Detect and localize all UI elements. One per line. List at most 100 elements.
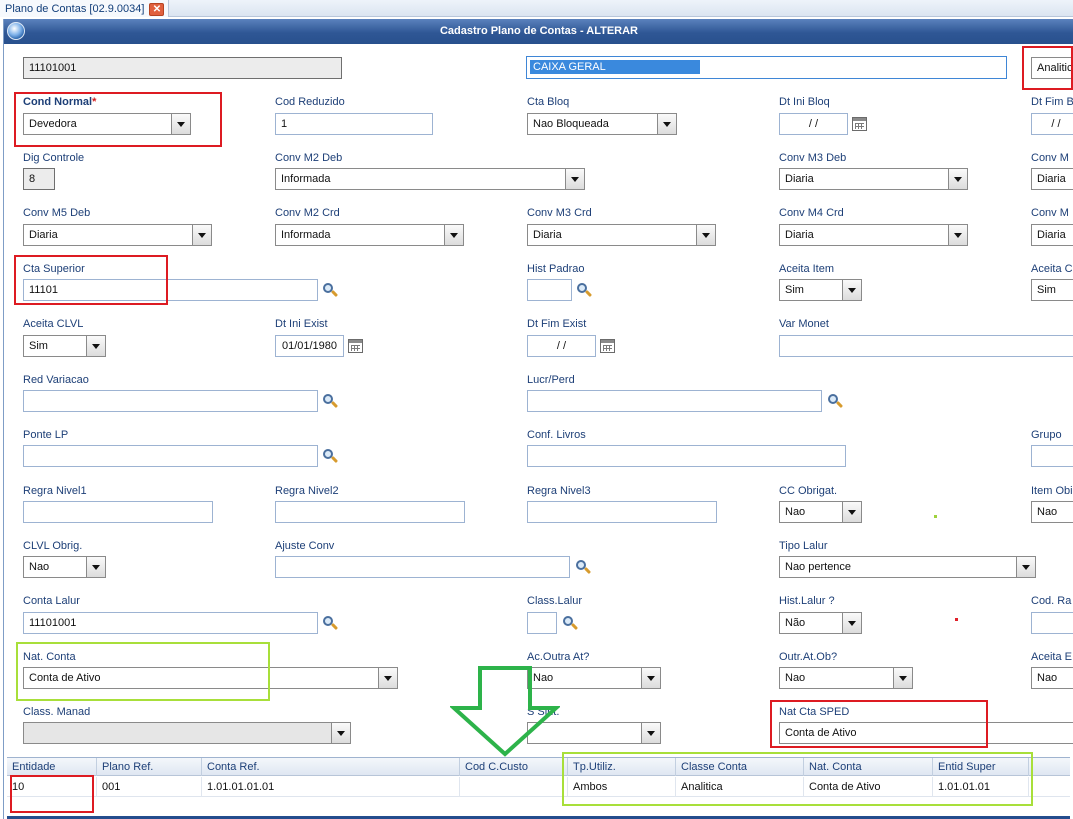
title-bar: Cadastro Plano de Contas - ALTERAR: [4, 19, 1073, 44]
dt-ini-exist-label: Dt Ini Exist: [275, 318, 328, 330]
red-variacao-field[interactable]: [23, 390, 318, 412]
chevron-down-icon[interactable]: [378, 668, 397, 688]
cta-bloq-select[interactable]: Nao Bloqueada: [527, 113, 677, 135]
dt-ini-bloq-field[interactable]: / /: [779, 113, 848, 135]
hist-lalur-value: Não: [785, 617, 806, 629]
conv-m3-crd-select[interactable]: Diaria: [527, 224, 716, 246]
chevron-down-icon[interactable]: [657, 114, 676, 134]
grid-col-plano-ref[interactable]: Plano Ref.: [97, 758, 202, 776]
chevron-down-icon[interactable]: [444, 225, 463, 245]
hist-padrao-field[interactable]: [527, 279, 572, 301]
window-title: Cadastro Plano de Contas - ALTERAR: [439, 25, 639, 37]
ajuste-conv-field[interactable]: [275, 556, 570, 578]
regra-nivel2-field[interactable]: [275, 501, 465, 523]
cc-obrigat-select[interactable]: Nao: [779, 501, 862, 523]
conv-m2-deb-select[interactable]: Informada: [275, 168, 585, 190]
grid-cell-conta-ref[interactable]: 1.01.01.01.01: [202, 777, 460, 797]
chevron-down-icon[interactable]: [842, 280, 861, 300]
cod-ra-field[interactable]: [1031, 612, 1073, 634]
calendar-icon[interactable]: [852, 117, 867, 131]
aceita-e-select[interactable]: Nao: [1031, 667, 1073, 689]
chevron-down-icon[interactable]: [948, 225, 967, 245]
search-icon[interactable]: [575, 559, 592, 575]
chevron-down-icon[interactable]: [893, 668, 912, 688]
cc-obrigat-label: CC Obrigat.: [779, 485, 838, 497]
chevron-down-icon[interactable]: [1016, 557, 1035, 577]
cod-reduzido-field[interactable]: 1: [275, 113, 433, 135]
outr-at-ob-select[interactable]: Nao: [779, 667, 913, 689]
dt-fim-bloq-label: Dt Fim B: [1031, 96, 1073, 108]
dt-fim-bloq-field[interactable]: / /: [1031, 113, 1073, 135]
chevron-down-icon[interactable]: [842, 613, 861, 633]
chevron-down-icon[interactable]: [948, 169, 967, 189]
conta-lalur-field[interactable]: 11101001: [23, 612, 318, 634]
grupo-field[interactable]: [1031, 445, 1073, 467]
chevron-down-icon[interactable]: [696, 225, 715, 245]
search-icon[interactable]: [322, 615, 339, 631]
tipo-lalur-select[interactable]: Nao pertence: [779, 556, 1036, 578]
search-icon[interactable]: [576, 282, 593, 298]
conf-livros-field[interactable]: [527, 445, 846, 467]
conv-m5-crd-select[interactable]: Diaria: [1031, 224, 1073, 246]
grid-cell-plano-ref[interactable]: 001: [97, 777, 202, 797]
var-monet-label: Var Monet: [779, 318, 829, 330]
chevron-down-icon[interactable]: [641, 668, 660, 688]
description-text: CAIXA GERAL: [530, 60, 700, 74]
search-icon[interactable]: [322, 282, 339, 298]
dig-controle-field: 8: [23, 168, 55, 190]
conv-m4-deb-select[interactable]: Diaria: [1031, 168, 1073, 190]
decorative-dot: [955, 618, 958, 621]
aceita-c-select[interactable]: Sim: [1031, 279, 1073, 301]
cod-reduzido-label: Cod Reduzido: [275, 96, 345, 108]
search-icon[interactable]: [322, 393, 339, 409]
regra-nivel3-field[interactable]: [527, 501, 717, 523]
grid-col-conta-ref[interactable]: Conta Ref.: [202, 758, 460, 776]
dt-fim-exist-field[interactable]: / /: [527, 335, 596, 357]
conv-m4-crd-value: Diaria: [785, 229, 814, 241]
aceita-clvl-select[interactable]: Sim: [23, 335, 106, 357]
aceita-item-select[interactable]: Sim: [779, 279, 862, 301]
aceita-e-label: Aceita E: [1031, 651, 1072, 663]
conta-lalur-label: Conta Lalur: [23, 595, 80, 607]
grid-col-cod-c-custo[interactable]: Cod C.Custo: [460, 758, 568, 776]
search-icon[interactable]: [562, 615, 579, 631]
var-monet-field[interactable]: [779, 335, 1073, 357]
regra-nivel3-label: Regra Nivel3: [527, 485, 591, 497]
close-icon[interactable]: ✕: [149, 2, 165, 16]
item-obrig-value: Nao: [1037, 506, 1058, 518]
lucr-perd-field[interactable]: [527, 390, 822, 412]
tipo-lalur-label: Tipo Lalur: [779, 540, 828, 552]
chevron-down-icon[interactable]: [86, 336, 105, 356]
conv-m3-deb-value: Diaria: [785, 173, 814, 185]
dt-ini-exist-field[interactable]: 01/01/1980: [275, 335, 344, 357]
conv-m5-deb-select[interactable]: Diaria: [23, 224, 212, 246]
search-icon[interactable]: [827, 393, 844, 409]
hist-lalur-select[interactable]: Não: [779, 612, 862, 634]
calendar-icon[interactable]: [348, 339, 363, 353]
ponte-lp-field[interactable]: [23, 445, 318, 467]
chevron-down-icon[interactable]: [86, 557, 105, 577]
grid-cell-cod-c-custo[interactable]: [460, 777, 568, 797]
chevron-down-icon[interactable]: [641, 723, 660, 743]
chevron-down-icon[interactable]: [192, 225, 211, 245]
class-lalur-field[interactable]: [527, 612, 557, 634]
regra-nivel1-field[interactable]: [23, 501, 213, 523]
cc-obrigat-value: Nao: [785, 506, 806, 518]
class-manad-select[interactable]: [23, 722, 351, 744]
tab-plano-de-contas[interactable]: Plano de Contas [02.9.0034] ✕: [0, 0, 170, 17]
cta-bloq-label: Cta Bloq: [527, 96, 570, 108]
conv-m2-crd-select[interactable]: Informada: [275, 224, 464, 246]
chevron-down-icon[interactable]: [842, 502, 861, 522]
description-field[interactable]: CAIXA GERAL: [526, 56, 1007, 79]
item-obrig-select[interactable]: Nao: [1031, 501, 1073, 523]
grid-col-entidade[interactable]: Entidade: [7, 758, 97, 776]
search-icon[interactable]: [322, 448, 339, 464]
conv-m4-crd-select[interactable]: Diaria: [779, 224, 968, 246]
chevron-down-icon[interactable]: [331, 723, 350, 743]
calendar-icon[interactable]: [600, 339, 615, 353]
chevron-down-icon[interactable]: [565, 169, 584, 189]
conv-m3-deb-select[interactable]: Diaria: [779, 168, 968, 190]
conv-m2-crd-value: Informada: [281, 229, 331, 241]
aceita-clvl-label: Aceita CLVL: [23, 318, 84, 330]
clvl-obrig-select[interactable]: Nao: [23, 556, 106, 578]
